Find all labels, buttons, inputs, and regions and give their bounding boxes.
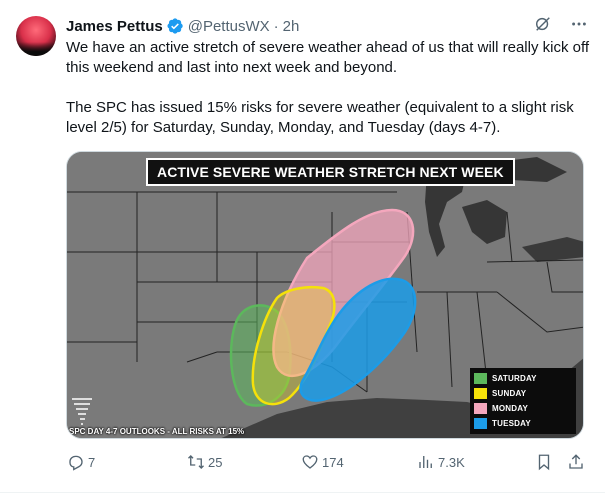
like-button[interactable]: 174	[300, 452, 344, 472]
separator-dot: ·	[273, 17, 279, 35]
views-count: 7.3K	[438, 454, 465, 470]
map-banner-title: ACTIVE SEVERE WEATHER STRETCH NEXT WEEK	[146, 158, 515, 186]
tweet[interactable]: James Pettus @PettusWX · 2h We have an a…	[0, 0, 605, 493]
reply-icon	[66, 452, 86, 472]
views-icon	[416, 452, 436, 472]
legend-swatch	[474, 388, 487, 399]
legend-label: SATURDAY	[492, 374, 537, 383]
legend-label: TUESDAY	[492, 419, 531, 428]
tornado-logo-icon	[70, 395, 94, 429]
legend-item-saturday: SATURDAY	[474, 371, 572, 386]
tweet-actions: 7 25 174 7.3K	[66, 452, 591, 472]
like-count: 174	[322, 454, 344, 470]
bookmark-icon	[534, 452, 554, 472]
more-icon[interactable]	[569, 14, 589, 34]
reply-button[interactable]: 7	[66, 452, 95, 472]
map-footer-caption: SPC DAY 4-7 OUTLOOKS - ALL RISKS AT 15%	[69, 427, 245, 436]
tweet-header: James Pettus @PettusWX · 2h	[66, 16, 299, 36]
repost-count: 25	[208, 454, 223, 470]
legend-swatch	[474, 403, 487, 414]
legend-swatch	[474, 418, 487, 429]
legend-item-monday: MONDAY	[474, 401, 572, 416]
reply-count: 7	[88, 454, 96, 470]
legend-item-sunday: SUNDAY	[474, 386, 572, 401]
legend-swatch	[474, 373, 487, 384]
avatar[interactable]	[16, 16, 56, 56]
author-name[interactable]: James Pettus	[66, 18, 163, 35]
views-button[interactable]: 7.3K	[416, 452, 465, 472]
verified-badge-icon	[166, 17, 184, 35]
tweet-paragraph-1: We have an active stretch of severe weat…	[66, 39, 590, 76]
tweet-text: We have an active stretch of severe weat…	[66, 38, 591, 138]
bookmark-button[interactable]	[534, 452, 554, 472]
legend-label: SUNDAY	[492, 389, 527, 398]
tweet-image[interactable]: ACTIVE SEVERE WEATHER STRETCH NEXT WEEK …	[66, 151, 584, 439]
timestamp[interactable]: 2h	[283, 18, 300, 35]
tweet-paragraph-2: The SPC has issued 15% risks for severe …	[66, 99, 574, 136]
repost-button[interactable]: 25	[186, 452, 222, 472]
legend-item-tuesday: TUESDAY	[474, 416, 572, 431]
like-icon	[300, 452, 320, 472]
share-button[interactable]	[566, 452, 586, 472]
grok-icon[interactable]	[533, 14, 553, 34]
map-legend: SATURDAY SUNDAY MONDAY TUESDAY	[470, 368, 576, 434]
repost-icon	[186, 452, 206, 472]
author-handle[interactable]: @PettusWX	[188, 18, 270, 35]
share-icon	[566, 452, 586, 472]
legend-label: MONDAY	[492, 404, 529, 413]
